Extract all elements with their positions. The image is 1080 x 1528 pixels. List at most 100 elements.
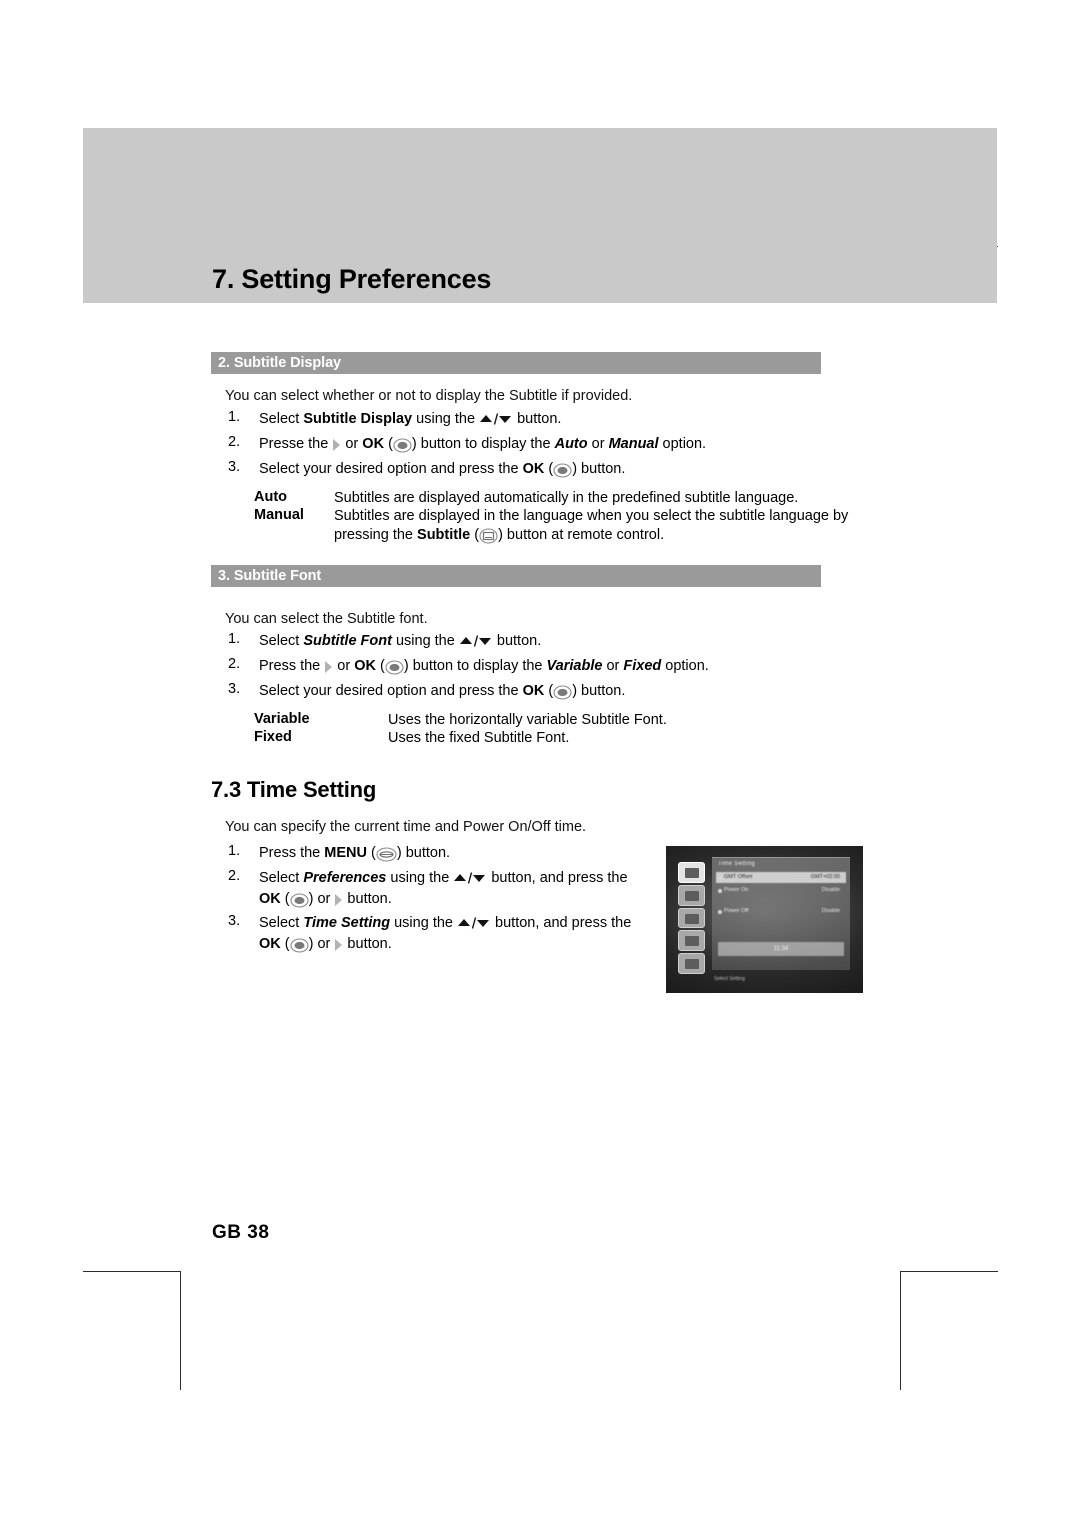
ok-round-button-icon bbox=[290, 938, 309, 953]
step-text-mid2: button to display the bbox=[408, 658, 547, 674]
ok-label: OK bbox=[259, 891, 281, 907]
osd-sidebar-icon-3 bbox=[678, 907, 705, 929]
ok-round-button-icon bbox=[553, 463, 572, 478]
definition-text-variable: Uses the horizontally variable Subtitle … bbox=[388, 712, 667, 728]
osd-panel-title: Time Setting bbox=[718, 861, 756, 867]
step-number: 3. bbox=[228, 913, 241, 929]
time-setting-step-3: Select Time Setting using the button, an… bbox=[259, 913, 631, 934]
step-target-label: Subtitle Display bbox=[303, 411, 413, 427]
subtitle-display-step-1: Select Subtitle Display using the button… bbox=[259, 409, 561, 430]
subtitle-display-step-3: Select your desired option and press the… bbox=[259, 461, 626, 478]
definition-term-fixed: Fixed bbox=[254, 729, 292, 745]
osd-sidebar-icon-1 bbox=[678, 862, 705, 883]
updown-arrow-icon bbox=[459, 635, 491, 647]
step-text-mid1: or bbox=[333, 658, 355, 674]
step-text-post: button. bbox=[492, 633, 542, 649]
definition-text-fixed: Uses the fixed Subtitle Font. bbox=[388, 730, 570, 746]
step-text-mid: or bbox=[313, 891, 335, 907]
subtitle-button-icon bbox=[479, 528, 498, 544]
option-fixed: Fixed bbox=[623, 658, 662, 674]
section-header-subtitle-font: 3. Subtitle Font bbox=[211, 565, 821, 587]
right-arrow-icon bbox=[335, 939, 343, 951]
step-number: 1. bbox=[228, 409, 241, 425]
step-text-pre: Select bbox=[259, 915, 304, 931]
osd-clock: 11:34 bbox=[718, 942, 844, 956]
step-text-post: button. bbox=[343, 891, 392, 907]
step-text-post: option. bbox=[661, 658, 709, 674]
osd-sidebar-icon-2 bbox=[678, 884, 705, 906]
osd-row-power-on: Power On Disable bbox=[716, 885, 846, 896]
ok-round-button-icon bbox=[290, 893, 309, 908]
menu-oval-button-icon bbox=[376, 847, 397, 862]
ok-label: OK bbox=[522, 461, 545, 477]
step-text-between: or bbox=[602, 658, 624, 674]
osd-footer-hint: Select Setting bbox=[714, 976, 745, 982]
osd-sidebar-icon-4 bbox=[678, 930, 705, 952]
step-number: 2. bbox=[228, 656, 241, 672]
osd-bullet-icon bbox=[718, 888, 722, 893]
option-manual: Manual bbox=[608, 436, 659, 452]
step-text-pre: Select your desired option and press the bbox=[259, 461, 523, 477]
step-text-mid: using the bbox=[412, 411, 480, 427]
step-text-mid: using the bbox=[386, 870, 454, 886]
subtitle-font-step-1: Select Subtitle Font using the button. bbox=[259, 631, 541, 652]
osd-row-label: GMT Offset bbox=[724, 874, 753, 880]
step-text-pre: Select bbox=[259, 633, 304, 649]
step-text-post: button. bbox=[401, 845, 451, 861]
subtitle-label: Subtitle bbox=[417, 527, 471, 543]
step-number: 2. bbox=[228, 434, 241, 450]
osd-row-label: Power On bbox=[724, 887, 749, 893]
step-text-post: option. bbox=[658, 436, 707, 452]
step-text-pre: Presse the bbox=[259, 436, 333, 452]
right-arrow-icon bbox=[333, 439, 341, 451]
definition-text-manual-line2: pressing the Subtitle () button at remot… bbox=[334, 527, 665, 544]
step-text-mid: or bbox=[313, 936, 335, 952]
step-number: 3. bbox=[228, 681, 241, 697]
step-target-label: Subtitle Font bbox=[303, 633, 392, 649]
page-number: GB 38 bbox=[212, 1222, 270, 1243]
time-setting-step-2: Select Preferences using the button, and… bbox=[259, 868, 628, 889]
time-setting-step-2-cont: OK () or button. bbox=[259, 891, 392, 908]
right-arrow-icon bbox=[325, 661, 333, 673]
subtitle-font-step-2: Press the or OK () button to display the… bbox=[259, 658, 709, 675]
corner-mark-bottom-left bbox=[83, 1271, 181, 1390]
definition-text-auto: Subtitles are displayed automatically in… bbox=[334, 490, 799, 506]
updown-arrow-icon bbox=[454, 872, 486, 884]
step-text-post: button. bbox=[577, 683, 626, 699]
time-setting-step-3-cont: OK () or button. bbox=[259, 936, 392, 953]
time-setting-heading: 7.3 Time Setting bbox=[211, 777, 377, 802]
osd-row-label: Power Off bbox=[724, 908, 749, 914]
osd-bullet-icon bbox=[718, 875, 722, 880]
chapter-title: 7. Setting Preferences bbox=[212, 264, 492, 294]
step-text-post: button. bbox=[343, 936, 392, 952]
step-number: 1. bbox=[228, 843, 241, 859]
step-target-label: Time Setting bbox=[303, 915, 391, 931]
osd-row-value: Disable bbox=[821, 887, 840, 893]
step-text-between: or bbox=[587, 436, 609, 452]
subtitle-font-intro: You can select the Subtitle font. bbox=[225, 611, 428, 627]
time-setting-step-1: Press the MENU () button. bbox=[259, 845, 451, 862]
option-auto: Auto bbox=[554, 436, 588, 452]
osd-sidebar bbox=[678, 862, 706, 974]
step-number: 3. bbox=[228, 459, 241, 475]
menu-label: MENU bbox=[324, 845, 367, 861]
ok-label: OK bbox=[362, 436, 385, 452]
time-setting-intro: You can specify the current time and Pow… bbox=[225, 819, 587, 835]
definition-text-manual-line1: Subtitles are displayed in the language … bbox=[334, 508, 849, 524]
step-text-post: button, and press the bbox=[487, 870, 628, 886]
ok-label: OK bbox=[522, 683, 545, 699]
step-text-mid: using the bbox=[391, 633, 459, 649]
subtitle-display-intro: You can select whether or not to display… bbox=[225, 388, 633, 404]
updown-arrow-icon bbox=[458, 917, 490, 929]
step-text-pre: Press the bbox=[259, 845, 325, 861]
step-text-mid: using the bbox=[390, 915, 458, 931]
step-text-pre: Select your desired option and press the bbox=[259, 683, 523, 699]
step-number: 2. bbox=[228, 868, 241, 884]
step-text-mid2: button to display the bbox=[416, 436, 555, 452]
ok-label: OK bbox=[259, 936, 281, 952]
step-text-mid1: or bbox=[341, 436, 363, 452]
osd-sidebar-icon-5 bbox=[678, 953, 705, 974]
step-number: 1. bbox=[228, 631, 241, 647]
subtitle-display-step-2: Presse the or OK () button to display th… bbox=[259, 436, 707, 453]
def-pre: pressing the bbox=[334, 527, 418, 543]
